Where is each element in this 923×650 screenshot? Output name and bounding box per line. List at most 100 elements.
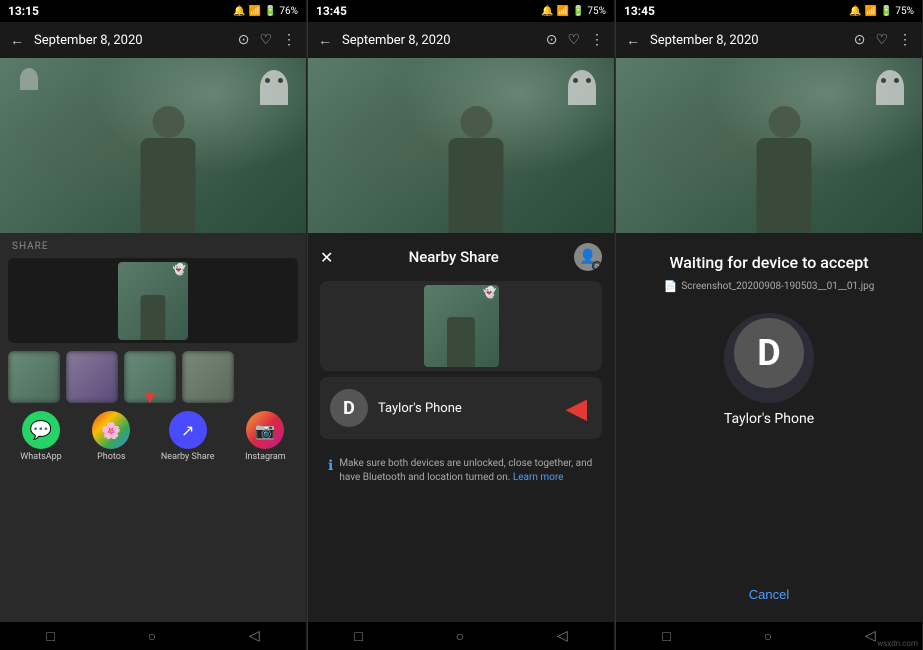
avatar-ring: D	[724, 313, 814, 403]
whatsapp-share[interactable]: 💬 WhatsApp	[20, 411, 61, 462]
phone-panel-2: 13:45 🔔 📶 🔋 75% ← September 8, 2020 ⊙ ♡ …	[308, 0, 615, 650]
crop-icon-3[interactable]: ⊙	[854, 32, 866, 48]
nearby-preview-img: 👻	[424, 285, 499, 367]
cancel-button[interactable]: Cancel	[749, 587, 789, 602]
more-icon-2[interactable]: ⋮	[590, 32, 604, 48]
square-nav-2[interactable]: □	[354, 628, 362, 645]
device-row: D Taylor's Phone ◀	[330, 389, 592, 427]
back-button-3[interactable]: ←	[626, 32, 640, 49]
device-avatar-container: D	[724, 313, 814, 403]
time-1: 13:15	[8, 4, 39, 18]
person-figure-2	[449, 106, 504, 233]
device-avatar-2: D	[330, 389, 368, 427]
share-preview-1: 👻	[8, 258, 298, 343]
date-title-1: September 8, 2020	[34, 33, 228, 48]
learn-more-link[interactable]: Learn more	[513, 472, 564, 483]
back-button-2[interactable]: ←	[318, 32, 332, 49]
photos-share[interactable]: 🌸 Photos	[92, 411, 130, 462]
nearby-header: ✕ Nearby Share 👤 ⚙	[308, 233, 614, 281]
watermark: wsxdn.com	[877, 639, 918, 648]
nearby-info: ℹ Make sure both devices are unlocked, c…	[320, 449, 602, 493]
nearby-icon: ↗	[169, 411, 207, 449]
filename-area: 📄 Screenshot_20200908-190503__01__01.jpg	[664, 280, 875, 293]
share-label: SHARE	[8, 241, 298, 252]
more-icon-1[interactable]: ⋮	[282, 32, 296, 48]
circle-nav-3[interactable]: ○	[764, 628, 772, 645]
photos-label: Photos	[97, 452, 125, 462]
ghost-decoration-1	[260, 70, 288, 105]
info-text-2: Make sure both devices are unlocked, clo…	[339, 457, 594, 485]
settings-dot: ⚙	[592, 261, 602, 271]
crop-icon-1[interactable]: ⊙	[238, 32, 250, 48]
share-panel-1: SHARE 👻 ▼	[0, 233, 306, 622]
ghost2-1	[20, 68, 38, 90]
instagram-share[interactable]: 📷 Instagram	[245, 411, 286, 462]
nearby-share[interactable]: ↗ Nearby Share	[161, 411, 215, 462]
time-3: 13:45	[624, 4, 655, 18]
whatsapp-icon: 💬	[22, 411, 60, 449]
person-figure-1	[141, 106, 196, 233]
nearby-close-button[interactable]: ✕	[320, 248, 333, 267]
heart-icon-3[interactable]: ♡	[875, 32, 888, 48]
person-figure-3	[757, 106, 812, 233]
whatsapp-label: WhatsApp	[20, 452, 61, 462]
waiting-device-avatar: D	[734, 318, 804, 388]
ghost-decoration-2	[568, 70, 596, 105]
app-thumbnails-row: ▼	[8, 351, 298, 403]
status-icons-2: 🔔 📶 🔋 75%	[541, 6, 606, 17]
preview-thumb-1: 👻	[118, 262, 188, 340]
circle-nav-1[interactable]: ○	[148, 628, 156, 645]
heart-icon-2[interactable]: ♡	[567, 32, 580, 48]
nav-bar-3: □ ○ ◁	[616, 622, 922, 650]
nav-bar-1: □ ○ ◁	[0, 622, 306, 650]
status-bar-3: 13:45 🔔 📶 🔋 75%	[616, 0, 922, 22]
photo-image-2	[308, 58, 614, 233]
phone-panel-1: 13:15 🔔 📶 🔋 76% ← September 8, 2020 ⊙ ♡ …	[0, 0, 307, 650]
back-nav-3[interactable]: ◁	[865, 628, 876, 644]
back-nav-2[interactable]: ◁	[557, 628, 568, 644]
top-icons-3: ⊙ ♡ ⋮	[854, 32, 912, 48]
filename-text: Screenshot_20200908-190503__01__01.jpg	[681, 281, 874, 292]
status-bar-2: 13:45 🔔 📶 🔋 75%	[308, 0, 614, 22]
user-avatar-2[interactable]: 👤 ⚙	[574, 243, 602, 271]
more-icon-3[interactable]: ⋮	[898, 32, 912, 48]
share-icons-row: 💬 WhatsApp 🌸 Photos ↗ Nearby Share 📷	[8, 411, 298, 462]
photos-icon: 🌸	[92, 411, 130, 449]
ghost-decoration-3	[876, 70, 904, 105]
back-nav-1[interactable]: ◁	[249, 628, 260, 644]
photo-area-3	[616, 58, 922, 233]
photo-image-3	[616, 58, 922, 233]
thumb-1	[8, 351, 60, 403]
instagram-label: Instagram	[245, 452, 286, 462]
phone-panel-3: 13:45 🔔 📶 🔋 75% ← September 8, 2020 ⊙ ♡ …	[616, 0, 923, 650]
top-bar-3: ← September 8, 2020 ⊙ ♡ ⋮	[616, 22, 922, 58]
instagram-icon: 📷	[246, 411, 284, 449]
heart-icon-1[interactable]: ♡	[259, 32, 272, 48]
info-icon-2: ℹ	[328, 458, 333, 474]
thumb-2	[66, 351, 118, 403]
top-icons-1: ⊙ ♡ ⋮	[238, 32, 296, 48]
top-bar-2: ← September 8, 2020 ⊙ ♡ ⋮	[308, 22, 614, 58]
square-nav-3[interactable]: □	[662, 628, 670, 645]
date-title-3: September 8, 2020	[650, 33, 844, 48]
photo-area-2	[308, 58, 614, 233]
waiting-panel: Waiting for device to accept 📄 Screensho…	[616, 233, 922, 622]
status-icons-3: 🔔 📶 🔋 75%	[849, 6, 914, 17]
nearby-share-dialog: ✕ Nearby Share 👤 ⚙ 👻 D Taylor's Phone ◀	[308, 233, 614, 622]
nearby-preview-area: 👻	[320, 281, 602, 371]
file-icon: 📄	[664, 280, 678, 293]
square-nav-1[interactable]: □	[46, 628, 54, 645]
thumb-3: ▼	[124, 351, 176, 403]
device-name-2: Taylor's Phone	[378, 401, 462, 416]
circle-nav-2[interactable]: ○	[456, 628, 464, 645]
status-bar-1: 13:15 🔔 📶 🔋 76%	[0, 0, 306, 22]
back-button-1[interactable]: ←	[10, 32, 24, 49]
photo-area-1	[0, 58, 306, 233]
date-title-2: September 8, 2020	[342, 33, 536, 48]
waiting-title: Waiting for device to accept	[669, 253, 868, 272]
top-icons-2: ⊙ ♡ ⋮	[546, 32, 604, 48]
crop-icon-2[interactable]: ⊙	[546, 32, 558, 48]
nav-bar-2: □ ○ ◁	[308, 622, 614, 650]
time-2: 13:45	[316, 4, 347, 18]
nearby-title: Nearby Share	[333, 248, 574, 266]
